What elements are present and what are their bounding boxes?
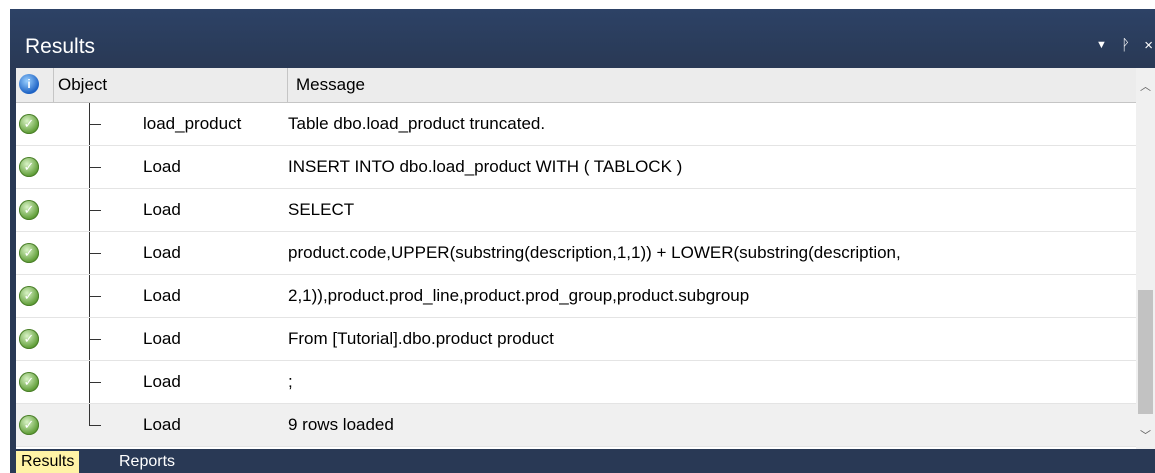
table-row[interactable]: ✓ load_product Table dbo.load_product tr… <box>16 103 1136 146</box>
tree-connector <box>89 103 105 145</box>
tab-results[interactable]: Results <box>16 451 80 473</box>
vertical-scrollbar[interactable]: ︿ ﹀ <box>1136 68 1155 449</box>
results-grid: i Object Message ✓ load_product Table db… <box>16 68 1155 449</box>
header-object[interactable]: Object <box>54 68 288 102</box>
row-object: Load <box>143 372 181 391</box>
success-check-icon: ✓ <box>19 157 39 177</box>
row-object: Load <box>143 157 181 176</box>
table-row[interactable]: ✓ Load SELECT <box>16 189 1136 232</box>
scrollbar-thumb[interactable] <box>1138 290 1153 414</box>
info-icon: i <box>19 74 39 94</box>
header-status-column[interactable]: i <box>16 68 54 102</box>
table-row[interactable]: ✓ Load product.code,UPPER(substring(desc… <box>16 232 1136 275</box>
row-message: From [Tutorial].dbo.product product <box>288 329 554 348</box>
panel-title: Results <box>25 35 96 58</box>
row-message: 9 rows loaded <box>288 415 394 434</box>
row-message: INSERT INTO dbo.load_product WITH ( TABL… <box>288 157 683 176</box>
panel-titlebar: Results ▼ ᚹ × <box>10 9 1155 66</box>
success-check-icon: ✓ <box>19 415 39 435</box>
row-object: Load <box>143 329 181 348</box>
row-message: SELECT <box>288 200 355 219</box>
results-panel: Results ▼ ᚹ × i Object Message ✓ load_pr… <box>10 9 1155 473</box>
row-object: Load <box>143 243 181 262</box>
panel-controls: ▼ ᚹ × <box>1086 35 1153 56</box>
scroll-down-icon[interactable]: ﹀ <box>1136 427 1155 445</box>
success-check-icon: ✓ <box>19 329 39 349</box>
row-object: Load <box>143 415 181 434</box>
success-check-icon: ✓ <box>19 372 39 392</box>
row-object: Load <box>143 286 181 305</box>
success-check-icon: ✓ <box>19 114 39 134</box>
tree-connector <box>89 361 105 403</box>
table-row[interactable]: ✓ Load 2,1)),product.prod_line,product.p… <box>16 275 1136 318</box>
row-message: Table dbo.load_product truncated. <box>288 114 546 133</box>
row-message: ; <box>288 372 293 391</box>
header-message[interactable]: Message <box>288 68 1136 102</box>
success-check-icon: ✓ <box>19 200 39 220</box>
pin-icon[interactable]: ᚹ <box>1121 36 1130 56</box>
tree-connector <box>89 146 105 188</box>
tab-reports[interactable]: Reports <box>114 451 180 473</box>
tree-connector <box>89 318 105 360</box>
dropdown-arrow-icon[interactable]: ▼ <box>1096 35 1107 55</box>
tree-connector <box>89 404 105 446</box>
tree-connector <box>89 275 105 317</box>
success-check-icon: ✓ <box>19 243 39 263</box>
row-object: Load <box>143 200 181 219</box>
grid-header: i Object Message <box>16 68 1136 103</box>
tree-connector <box>89 232 105 274</box>
table-row[interactable]: ✓ Load From [Tutorial].dbo.product produ… <box>16 318 1136 361</box>
row-message: 2,1)),product.prod_line,product.prod_gro… <box>288 286 750 305</box>
scroll-up-icon[interactable]: ︿ <box>1136 78 1155 96</box>
grid-rows: ✓ load_product Table dbo.load_product tr… <box>16 103 1136 447</box>
table-row[interactable]: ✓ Load INSERT INTO dbo.load_product WITH… <box>16 146 1136 189</box>
table-row-selected[interactable]: ✓ Load 9 rows loaded <box>16 404 1136 447</box>
row-object: load_product <box>143 114 242 133</box>
close-icon[interactable]: × <box>1144 36 1153 56</box>
tree-connector <box>89 189 105 231</box>
table-row[interactable]: ✓ Load ; <box>16 361 1136 404</box>
success-check-icon: ✓ <box>19 286 39 306</box>
row-message: product.code,UPPER(substring(description… <box>288 243 901 262</box>
